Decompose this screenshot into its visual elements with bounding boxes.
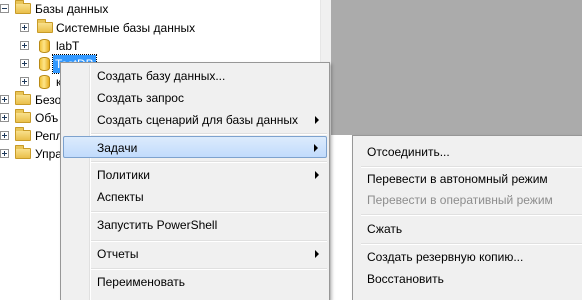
- submenu-arrow-icon: [314, 144, 318, 152]
- tree-node-labt[interactable]: labT: [0, 37, 320, 55]
- expand-icon[interactable]: [20, 41, 29, 50]
- expand-icon[interactable]: [0, 95, 9, 104]
- tree-node-label: Объ: [35, 111, 59, 125]
- tree-node-label: Базы данных: [35, 2, 109, 16]
- menu-separator: [361, 243, 582, 245]
- database-icon: [39, 75, 50, 89]
- menu-item-script-database[interactable]: Создать сценарий для базы данных: [63, 109, 327, 131]
- database-icon: [39, 39, 50, 53]
- menu-item-label: Перевести в оперативный режим: [367, 193, 553, 207]
- menu-separator: [91, 133, 327, 135]
- tree-node-label: Репл: [35, 129, 63, 143]
- menu-item-label: Создать сценарий для базы данных: [97, 113, 299, 127]
- menu-separator: [91, 240, 327, 242]
- menu-separator: [91, 161, 327, 163]
- submenu-item-backup[interactable]: Создать резервную копию...: [355, 246, 582, 268]
- menu-item-label: Восстановить: [367, 272, 444, 286]
- folder-icon: [15, 127, 31, 141]
- folder-icon: [15, 145, 31, 159]
- menu-item-label: Политики: [97, 168, 150, 182]
- folder-icon: [15, 109, 31, 123]
- submenu-item-take-offline[interactable]: Перевести в автономный режим: [355, 168, 582, 190]
- menu-item-label: Задачи: [97, 141, 138, 155]
- tree-node-label: Системные базы данных: [56, 21, 196, 35]
- tree-node-label: Упра: [35, 147, 62, 161]
- tasks-submenu: Отсоединить... Перевести в автономный ре…: [352, 135, 582, 300]
- menu-item-label: Перевести в автономный режим: [367, 172, 548, 186]
- submenu-arrow-icon: [315, 171, 319, 179]
- menu-item-facets[interactable]: Аспекты: [63, 186, 327, 208]
- tree-node-label: Безо: [35, 93, 62, 107]
- folder-icon: [15, 91, 31, 105]
- submenu-arrow-icon: [315, 250, 319, 258]
- menu-item-rename[interactable]: Переименовать: [63, 271, 327, 293]
- tree-node-label: labT: [56, 39, 80, 53]
- submenu-item-shrink[interactable]: Сжать: [355, 218, 582, 240]
- menu-item-label: Сжать: [367, 222, 403, 236]
- menu-separator: [361, 214, 582, 216]
- tree-node-databases[interactable]: Базы данных: [0, 0, 320, 18]
- context-menu: Создать базу данных... Создать запрос Со…: [60, 62, 330, 300]
- submenu-item-detach[interactable]: Отсоединить...: [355, 141, 582, 163]
- menu-item-label: Создать резервную копию...: [367, 250, 524, 264]
- menu-item-tasks[interactable]: Задачи: [63, 136, 327, 158]
- menu-separator: [91, 268, 327, 270]
- menu-item-label: Переименовать: [97, 275, 185, 289]
- expand-icon[interactable]: [20, 59, 29, 68]
- menu-item-label: Запустить PowerShell: [97, 218, 218, 232]
- expand-icon[interactable]: [0, 149, 9, 158]
- folder-icon: [37, 19, 53, 33]
- menu-item-new-database[interactable]: Создать базу данных...: [63, 65, 327, 87]
- menu-item-new-query[interactable]: Создать запрос: [63, 87, 327, 109]
- folder-icon: [15, 0, 31, 14]
- menu-item-reports[interactable]: Отчеты: [63, 243, 327, 265]
- tree-node-system-databases[interactable]: Системные базы данных: [0, 19, 320, 37]
- collapse-icon[interactable]: [0, 4, 9, 13]
- menu-separator: [91, 211, 327, 213]
- expand-icon[interactable]: [0, 113, 9, 122]
- submenu-item-bring-online: Перевести в оперативный режим: [355, 189, 582, 211]
- menu-item-policies[interactable]: Политики: [63, 164, 327, 186]
- database-icon: [39, 57, 50, 71]
- menu-item-label: Создать базу данных...: [97, 69, 226, 83]
- expand-icon[interactable]: [0, 131, 9, 140]
- menu-item-start-powershell[interactable]: Запустить PowerShell: [63, 214, 327, 236]
- document-area: [331, 0, 582, 135]
- menu-item-label: Отсоединить...: [367, 145, 450, 159]
- submenu-item-restore[interactable]: Восстановить: [355, 268, 582, 290]
- expand-icon[interactable]: [20, 77, 29, 86]
- menu-item-label: Создать запрос: [97, 91, 184, 105]
- menu-item-label: Отчеты: [97, 247, 139, 261]
- expand-icon[interactable]: [20, 23, 29, 32]
- menu-item-label: Аспекты: [97, 190, 144, 204]
- submenu-arrow-icon: [315, 116, 319, 124]
